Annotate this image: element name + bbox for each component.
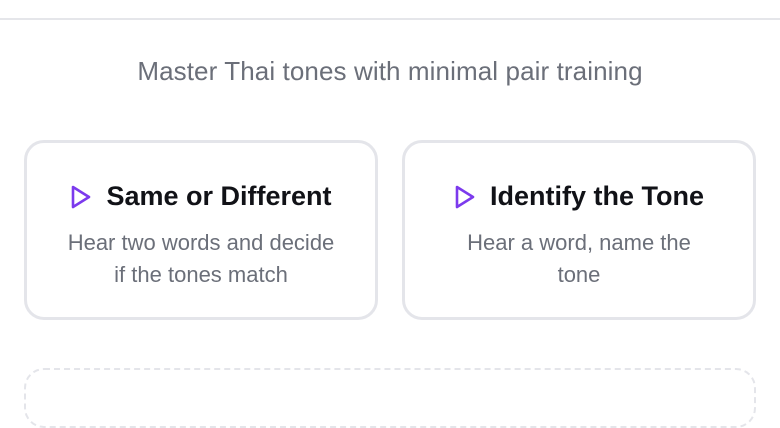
mode-card-identify-the-tone[interactable]: Identify the Tone Hear a word, name the … (402, 140, 756, 320)
card-header: Same or Different (27, 181, 375, 212)
card-title: Identify the Tone (490, 181, 704, 211)
card-description: Hear a word, name the tone (467, 230, 691, 287)
play-icon (70, 184, 92, 210)
page-subtitle: Master Thai tones with minimal pair trai… (137, 56, 643, 86)
play-icon (454, 184, 476, 210)
top-divider (0, 18, 780, 20)
mode-card-same-or-different[interactable]: Same or Different Hear two words and dec… (24, 140, 378, 320)
card-description: Hear two words and decide if the tones m… (67, 230, 335, 287)
card-header: Identify the Tone (405, 181, 753, 212)
card-title: Same or Different (106, 181, 332, 211)
dashed-placeholder-card (24, 368, 756, 428)
